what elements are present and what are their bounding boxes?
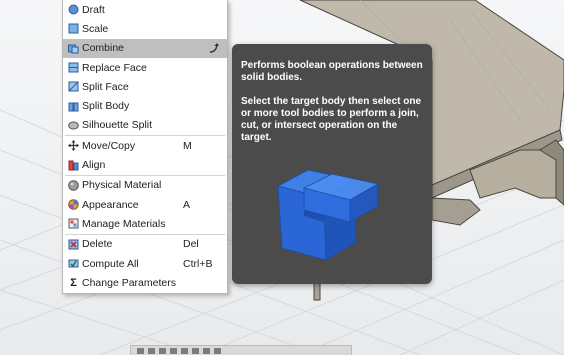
- menu-item-combine[interactable]: Combine: [63, 38, 227, 58]
- menu-item-label: Combine: [82, 42, 125, 55]
- display-settings-icon[interactable]: [181, 347, 188, 354]
- menu-item-replace-face[interactable]: Replace Face: [63, 58, 227, 77]
- combine-illustration-icon: [276, 169, 380, 261]
- combine-icon: [68, 43, 79, 54]
- tooltip-summary: Performs boolean operations between soli…: [241, 60, 423, 83]
- scale-icon: [68, 23, 79, 34]
- appearance-icon: [68, 199, 79, 210]
- split-face-icon: [68, 81, 79, 92]
- shortcut-label: A: [183, 198, 191, 211]
- menu-item-label: Delete: [82, 238, 113, 251]
- shortcut-label: M: [183, 139, 192, 152]
- viewports-icon[interactable]: [203, 347, 210, 354]
- menu-item-label: Scale: [82, 22, 109, 35]
- menu-item-split-face[interactable]: Split Face: [63, 77, 227, 96]
- menu-item-label: Replace Face: [82, 61, 147, 74]
- pan-icon[interactable]: [148, 347, 155, 354]
- split-body-icon: [68, 101, 79, 112]
- menu-item-label: Change Parameters: [82, 276, 176, 289]
- menu-item-draft[interactable]: Draft: [63, 0, 227, 19]
- menu-item-move-copy[interactable]: Move/Copy M: [63, 136, 227, 155]
- align-icon: [68, 160, 79, 171]
- delete-icon: [68, 239, 79, 250]
- menu-item-label: Appearance: [82, 198, 139, 211]
- modify-context-menu: Draft Scale Combine Replace Face Split F…: [62, 0, 228, 294]
- menu-item-label: Manage Materials: [82, 217, 166, 230]
- orbit-icon[interactable]: [137, 347, 144, 354]
- combine-tooltip: Performs boolean operations between soli…: [232, 44, 432, 284]
- menu-item-label: Align: [82, 159, 106, 172]
- menu-item-label: Compute All: [82, 257, 139, 270]
- zoom-icon[interactable]: [159, 347, 166, 354]
- menu-item-delete[interactable]: Delete Del: [63, 235, 227, 254]
- menu-item-label: Draft: [82, 3, 105, 16]
- visual-style-icon[interactable]: [214, 347, 221, 354]
- move-icon: [68, 140, 79, 152]
- menu-item-split-body[interactable]: Split Body: [63, 96, 227, 115]
- grid-settings-icon[interactable]: [192, 347, 199, 354]
- shortcut-label: Ctrl+B: [183, 257, 213, 270]
- tooltip-instructions: Select the target body then select one o…: [241, 96, 422, 143]
- physical-material-icon: [68, 180, 79, 191]
- menu-item-align[interactable]: Align: [63, 155, 227, 174]
- fit-icon[interactable]: [170, 347, 177, 354]
- menu-item-silhouette-split[interactable]: Silhouette Split: [63, 116, 227, 135]
- menu-item-label: Split Body: [82, 100, 130, 113]
- parameters-icon: Σ: [70, 276, 77, 289]
- menu-item-scale[interactable]: Scale: [63, 19, 227, 38]
- replace-face-icon: [68, 62, 79, 73]
- menu-item-compute-all[interactable]: Compute All Ctrl+B: [63, 254, 227, 273]
- menu-item-change-parameters[interactable]: Σ Change Parameters: [63, 273, 227, 292]
- pin-icon[interactable]: [208, 42, 220, 57]
- navigation-toolbar: [130, 345, 352, 355]
- menu-item-physical-material[interactable]: Physical Material: [63, 176, 227, 195]
- compute-all-icon: [68, 258, 79, 269]
- menu-item-manage-materials[interactable]: Manage Materials: [63, 214, 227, 233]
- draft-icon: [68, 4, 79, 15]
- shortcut-label: Del: [183, 238, 199, 251]
- menu-item-appearance[interactable]: Appearance A: [63, 195, 227, 214]
- manage-materials-icon: [68, 218, 79, 229]
- menu-item-label: Physical Material: [82, 179, 162, 192]
- menu-item-label: Move/Copy: [82, 139, 136, 152]
- menu-item-label: Silhouette Split: [82, 119, 153, 132]
- menu-item-label: Split Face: [82, 80, 129, 93]
- silhouette-split-icon: [68, 120, 79, 131]
